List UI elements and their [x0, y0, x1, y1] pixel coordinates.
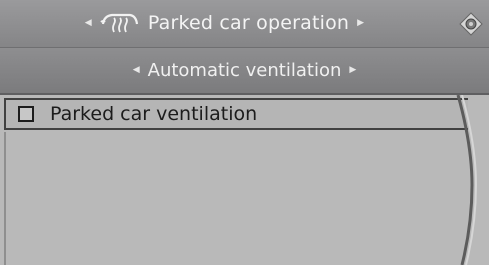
title-row[interactable]: ◀ Parked car operation ▶	[0, 7, 489, 39]
idrive-screen: ◀ Parked car operation ▶ ◀ Automatic ven…	[0, 0, 489, 265]
menu-content: Parked car ventilation	[0, 95, 489, 265]
controller-knob-icon	[459, 12, 483, 36]
right-arrow-icon[interactable]: ▶	[357, 18, 364, 28]
list-left-border	[4, 132, 6, 265]
left-arrow-icon[interactable]: ◀	[85, 18, 92, 28]
sub-right-arrow-icon[interactable]: ▶	[349, 65, 356, 75]
sub-left-arrow-icon[interactable]: ◀	[133, 65, 140, 75]
title-bar: ◀ Parked car operation ▶	[0, 0, 489, 48]
menu-item-label: Parked car ventilation	[50, 103, 258, 125]
menu-item-parked-car-ventilation[interactable]: Parked car ventilation	[4, 98, 468, 130]
parked-car-ventilation-icon	[100, 13, 138, 33]
scroll-arc	[456, 95, 478, 265]
checkbox[interactable]	[18, 106, 34, 122]
page-title: Parked car operation	[147, 12, 350, 34]
subtitle-bar: ◀ Automatic ventilation ▶	[0, 48, 489, 95]
subtitle-row[interactable]: ◀ Automatic ventilation ▶	[0, 55, 489, 85]
section-title: Automatic ventilation	[147, 59, 342, 81]
